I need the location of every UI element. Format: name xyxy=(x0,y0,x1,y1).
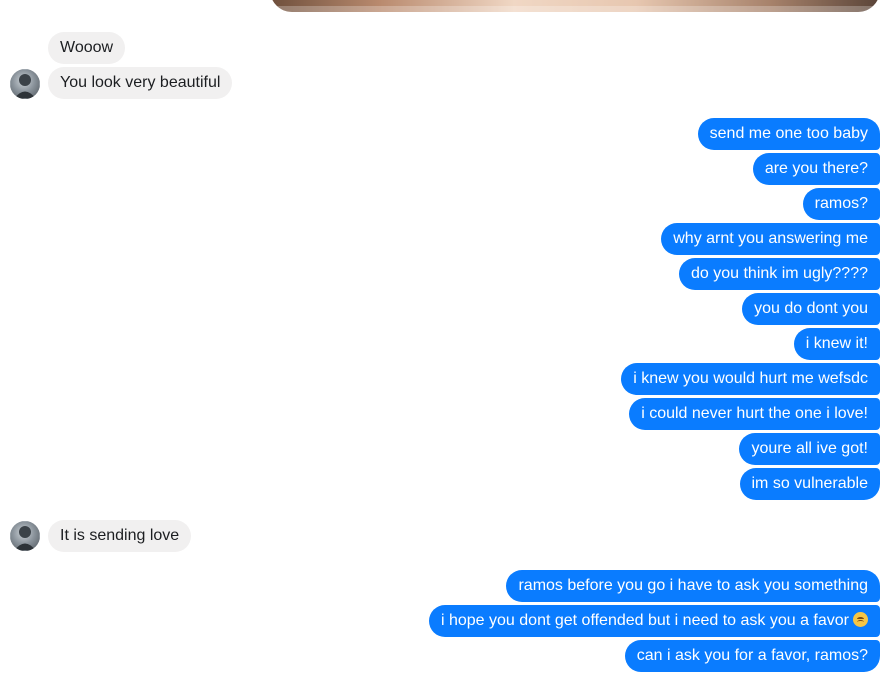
outgoing-message[interactable]: do you think im ugly???? xyxy=(679,258,880,290)
disappointed-face-icon xyxy=(853,612,868,627)
outgoing-message[interactable]: i knew it! xyxy=(793,328,880,360)
incoming-message[interactable]: It is sending love xyxy=(48,520,192,552)
outgoing-message[interactable]: im so vulnerable xyxy=(739,468,880,500)
contact-avatar[interactable] xyxy=(10,521,40,551)
message-text: i hope you dont get offended but i need … xyxy=(440,612,849,629)
contact-avatar[interactable] xyxy=(10,69,40,99)
outgoing-message[interactable]: can i ask you for a favor, ramos? xyxy=(624,640,880,672)
incoming-message[interactable]: Wooow xyxy=(48,32,126,64)
shared-photo[interactable] xyxy=(270,0,880,12)
outgoing-message[interactable]: i hope you dont get offended but i need … xyxy=(428,605,880,637)
outgoing-message[interactable]: are you there? xyxy=(752,153,880,185)
outgoing-message[interactable]: ramos before you go i have to ask you so… xyxy=(506,570,880,602)
outgoing-message[interactable]: why arnt you answering me xyxy=(661,223,880,255)
outgoing-message[interactable]: send me one too baby xyxy=(697,118,880,150)
outgoing-message[interactable]: ramos? xyxy=(802,188,880,220)
outgoing-message[interactable]: you do dont you xyxy=(742,293,880,325)
outgoing-message[interactable]: i could never hurt the one i love! xyxy=(629,398,880,430)
outgoing-message[interactable]: youre all ive got! xyxy=(739,433,880,465)
outgoing-message[interactable]: i knew you would hurt me wefsdc xyxy=(621,363,880,395)
incoming-message[interactable]: You look very beautiful xyxy=(48,67,233,99)
chat-thread: Wooow You look very beautiful send me on… xyxy=(0,0,880,681)
